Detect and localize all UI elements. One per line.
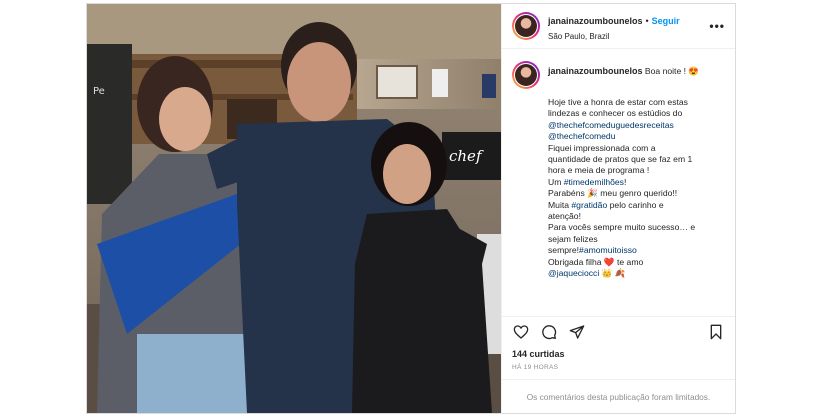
header-separator: • (645, 15, 649, 26)
caption-greeting: Boa noite ! 😍 (644, 66, 700, 76)
caption-username[interactable]: janainazoumbounelos (548, 66, 643, 76)
caption-text-segment: hora e meia de programa ! (548, 165, 650, 176)
instagram-post: Pe chef janainazoumbounelos • Seguir São… (86, 3, 736, 414)
caption-line: @thechefcomedu (548, 131, 725, 142)
caption-text-segment: Para vocês sempre muito sucesso… e (548, 222, 696, 233)
caption-text-segment: quantidade de pratos que se faz em 1 (548, 154, 693, 165)
caption-text-segment: sempre! (548, 245, 580, 256)
caption-text-segment: Parabéns 🎉 meu genro querido!! (548, 188, 678, 199)
caption-text-segment: sejam felizes (548, 233, 598, 244)
caption-text-segment: Muita (548, 199, 572, 210)
caption-text-segment: Fiquei impressionada com a (548, 142, 656, 153)
caption-text-segment: ! (623, 176, 627, 187)
action-bar (502, 316, 735, 346)
caption-line: Obrigada filha ❤️ te amo (548, 257, 725, 268)
caption-text-segment: Hoje tive a honra de estar com estas (548, 97, 688, 107)
hashtag-link[interactable]: #gratidão (571, 200, 607, 210)
caption-text-segment: atenção! (548, 211, 581, 222)
caption-line: sempre!#amomuitoisso (548, 245, 725, 256)
caption-text-segment: Obrigada filha ❤️ te amo (548, 256, 644, 267)
caption-line: sejam felizes (548, 234, 725, 245)
caption-text: Hoje tive a honra de estar com estas lind… (548, 97, 725, 280)
comment-icon[interactable] (540, 323, 558, 341)
post-sidebar: janainazoumbounelos • Seguir São Paulo, Br… (501, 4, 735, 413)
mention-link[interactable]: @jaquecіocci (548, 268, 599, 278)
mention-link[interactable]: @thechefcomeduguedesreceitas (548, 120, 674, 130)
caption-first-line: janainazoumbounelos Boa noite ! 😍 (548, 66, 699, 77)
bookmark-icon[interactable] (707, 323, 725, 341)
caption-line: Muita #gratidão pelo carinho e (548, 200, 725, 211)
caption-line: lindezas e conhecer os estúdios do (548, 108, 725, 119)
hashtag-link[interactable]: #amomuitoisso (579, 245, 637, 255)
heart-icon[interactable] (512, 323, 530, 341)
likes-count[interactable]: 144 curtidas (502, 346, 735, 359)
caption-text-segment: pelo carinho e (607, 199, 664, 210)
caption-line: Parabéns 🎉 meu genro querido!! (548, 188, 725, 199)
caption-line: Para vocês sempre muito sucesso… e (548, 222, 725, 233)
caption-area: janainazoumbounelos Boa noite ! 😍 Hoje t… (502, 49, 735, 316)
caption-line: atenção! (548, 211, 725, 222)
caption-line: quantidade de pratos que se faz em 1 (548, 154, 725, 165)
comments-limited-notice: Os comentários desta publicação foram li… (502, 379, 735, 413)
photo-sign-text: chef (449, 147, 484, 165)
svg-text:Pe: Pe (93, 86, 105, 97)
caption-line: Um #timedemilhões! (548, 177, 725, 188)
caption-text-segment: lindezas e conhecer os estúdios do (548, 108, 683, 119)
caption-line: Fiquei impressionada com a (548, 143, 725, 154)
avatar[interactable] (512, 12, 540, 40)
header-meta: janainazoumbounelos • Seguir São Paulo, Br… (548, 11, 709, 42)
caption-text-segment: Um (548, 176, 564, 187)
photo-illustration: Pe chef (87, 4, 501, 413)
caption-header: janainazoumbounelos Boa noite ! 😍 (512, 61, 725, 89)
post-header: janainazoumbounelos • Seguir São Paulo, Br… (502, 4, 735, 49)
follow-button[interactable]: Seguir (652, 16, 680, 26)
post-photo[interactable]: Pe chef (87, 4, 501, 413)
location-link[interactable]: São Paulo, Brazil (548, 32, 709, 41)
caption-line: hora e meia de programa ! (548, 165, 725, 176)
caption-line: @jaquecіocci 👑 🍂 (548, 268, 725, 279)
header-username[interactable]: janainazoumbounelos (548, 16, 643, 26)
more-horizontal-icon[interactable]: ••• (709, 19, 725, 33)
caption-line: Hoje tive a honra de estar com estas (548, 97, 725, 108)
mention-link[interactable]: @thechefcomedu (548, 131, 616, 141)
caption-text-segment: 👑 🍂 (599, 268, 626, 279)
caption-line: @thechefcomeduguedesreceitas (548, 120, 725, 131)
caption-avatar[interactable] (512, 61, 540, 89)
post-timestamp[interactable]: HÁ 19 HORAS (502, 359, 735, 379)
share-icon[interactable] (568, 323, 586, 341)
hashtag-link[interactable]: #timedemilhões (564, 177, 624, 187)
